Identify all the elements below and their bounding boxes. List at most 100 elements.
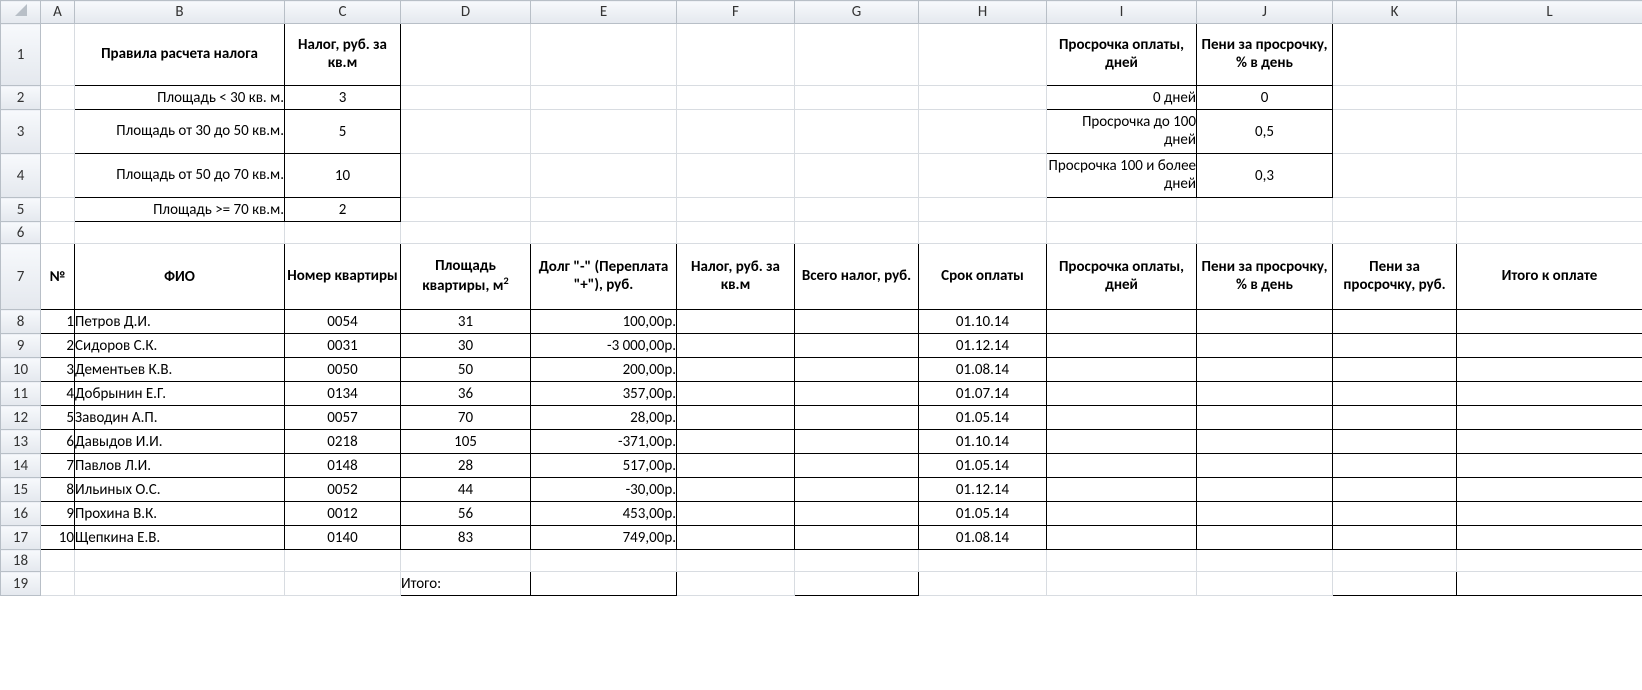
col-D[interactable]: D bbox=[401, 1, 531, 24]
cell[interactable] bbox=[41, 550, 75, 572]
cell[interactable] bbox=[1457, 478, 1642, 502]
row-14[interactable]: 14 bbox=[1, 454, 41, 478]
cell[interactable] bbox=[1047, 454, 1197, 478]
cell[interactable] bbox=[1333, 526, 1457, 550]
cell[interactable] bbox=[1333, 86, 1457, 110]
cell[interactable]: -30,00р. bbox=[531, 478, 677, 502]
cell[interactable]: 56 bbox=[401, 502, 531, 526]
cell[interactable] bbox=[795, 24, 919, 86]
cell[interactable]: Сидоров С.К. bbox=[75, 334, 285, 358]
row-16[interactable]: 16 bbox=[1, 502, 41, 526]
cell[interactable]: Срок оплаты bbox=[919, 244, 1047, 310]
cell[interactable]: Площадь от 30 до 50 кв.м. bbox=[75, 110, 285, 154]
cell[interactable]: Налог, руб. за кв.м bbox=[285, 24, 401, 86]
cell[interactable]: Заводин А.П. bbox=[75, 406, 285, 430]
col-B[interactable]: B bbox=[75, 1, 285, 24]
cell[interactable] bbox=[1047, 430, 1197, 454]
row-13[interactable]: 13 bbox=[1, 430, 41, 454]
cell[interactable] bbox=[1333, 310, 1457, 334]
cell[interactable] bbox=[795, 154, 919, 198]
cell[interactable]: Прохина В.К. bbox=[75, 502, 285, 526]
cell[interactable]: 517,00р. bbox=[531, 454, 677, 478]
cell[interactable]: 200,00р. bbox=[531, 358, 677, 382]
cell[interactable] bbox=[1047, 572, 1197, 596]
cell[interactable]: 0054 bbox=[285, 310, 401, 334]
cell[interactable] bbox=[1047, 358, 1197, 382]
cell[interactable] bbox=[75, 572, 285, 596]
cell[interactable] bbox=[677, 430, 795, 454]
row-7[interactable]: 7 bbox=[1, 244, 41, 310]
cell[interactable] bbox=[1333, 550, 1457, 572]
cell[interactable] bbox=[1197, 406, 1333, 430]
cell[interactable] bbox=[1047, 334, 1197, 358]
cell[interactable]: 1 bbox=[41, 310, 75, 334]
cell[interactable] bbox=[919, 572, 1047, 596]
cell[interactable]: 10 bbox=[41, 526, 75, 550]
row-12[interactable]: 12 bbox=[1, 406, 41, 430]
cell[interactable] bbox=[795, 526, 919, 550]
col-L[interactable]: L bbox=[1457, 1, 1642, 24]
cell[interactable]: 01.08.14 bbox=[919, 526, 1047, 550]
cell[interactable] bbox=[1457, 526, 1642, 550]
cell[interactable]: Налог, руб. за кв.м bbox=[677, 244, 795, 310]
cell[interactable] bbox=[1333, 572, 1457, 596]
cell[interactable]: 83 bbox=[401, 526, 531, 550]
cell[interactable]: 01.05.14 bbox=[919, 406, 1047, 430]
cell[interactable] bbox=[919, 86, 1047, 110]
cell[interactable] bbox=[531, 86, 677, 110]
cell[interactable]: 2 bbox=[41, 334, 75, 358]
cell[interactable] bbox=[1457, 406, 1642, 430]
cell[interactable] bbox=[677, 110, 795, 154]
row-8[interactable]: 8 bbox=[1, 310, 41, 334]
cell[interactable] bbox=[401, 198, 531, 222]
cell[interactable] bbox=[531, 222, 677, 244]
cell[interactable]: ФИО bbox=[75, 244, 285, 310]
cell[interactable]: 3 bbox=[41, 358, 75, 382]
cell[interactable]: 01.10.14 bbox=[919, 430, 1047, 454]
cell[interactable] bbox=[1333, 24, 1457, 86]
cell[interactable] bbox=[795, 430, 919, 454]
cell[interactable] bbox=[75, 222, 285, 244]
cell[interactable] bbox=[677, 502, 795, 526]
cell[interactable]: 0134 bbox=[285, 382, 401, 406]
cell[interactable] bbox=[677, 382, 795, 406]
cell[interactable]: Площадь >= 70 кв.м. bbox=[75, 198, 285, 222]
col-A[interactable]: A bbox=[41, 1, 75, 24]
cell[interactable]: 01.05.14 bbox=[919, 454, 1047, 478]
cell[interactable]: 28 bbox=[401, 454, 531, 478]
cell[interactable]: 28,00р. bbox=[531, 406, 677, 430]
cell[interactable] bbox=[1457, 430, 1642, 454]
cell[interactable]: Щепкина Е.В. bbox=[75, 526, 285, 550]
cell[interactable]: -371,00р. bbox=[531, 430, 677, 454]
row-10[interactable]: 10 bbox=[1, 358, 41, 382]
cell[interactable]: Пени за просрочку, % в день bbox=[1197, 244, 1333, 310]
row-19[interactable]: 19 bbox=[1, 572, 41, 596]
cell[interactable] bbox=[531, 198, 677, 222]
cell[interactable]: 0050 bbox=[285, 358, 401, 382]
cell[interactable] bbox=[919, 222, 1047, 244]
cell[interactable] bbox=[795, 478, 919, 502]
cell[interactable] bbox=[677, 198, 795, 222]
cell[interactable] bbox=[1333, 430, 1457, 454]
cell[interactable]: 7 bbox=[41, 454, 75, 478]
cell[interactable]: 30 bbox=[401, 334, 531, 358]
row-15[interactable]: 15 bbox=[1, 478, 41, 502]
cell[interactable]: Ильиных О.С. bbox=[75, 478, 285, 502]
cell[interactable] bbox=[1457, 110, 1642, 154]
cell[interactable]: -3 000,00р. bbox=[531, 334, 677, 358]
cell[interactable] bbox=[531, 24, 677, 86]
cell[interactable]: 01.07.14 bbox=[919, 382, 1047, 406]
cell[interactable] bbox=[1457, 454, 1642, 478]
cell[interactable]: 0,5 bbox=[1197, 110, 1333, 154]
select-all-corner[interactable] bbox=[1, 1, 41, 24]
cell[interactable] bbox=[677, 310, 795, 334]
cell[interactable] bbox=[1047, 550, 1197, 572]
cell[interactable] bbox=[1333, 222, 1457, 244]
cell[interactable]: Правила расчета налога bbox=[75, 24, 285, 86]
cell[interactable] bbox=[677, 454, 795, 478]
cell[interactable] bbox=[1333, 198, 1457, 222]
cell[interactable]: 5 bbox=[285, 110, 401, 154]
cell[interactable] bbox=[677, 154, 795, 198]
col-E[interactable]: E bbox=[531, 1, 677, 24]
cell[interactable]: 0012 bbox=[285, 502, 401, 526]
